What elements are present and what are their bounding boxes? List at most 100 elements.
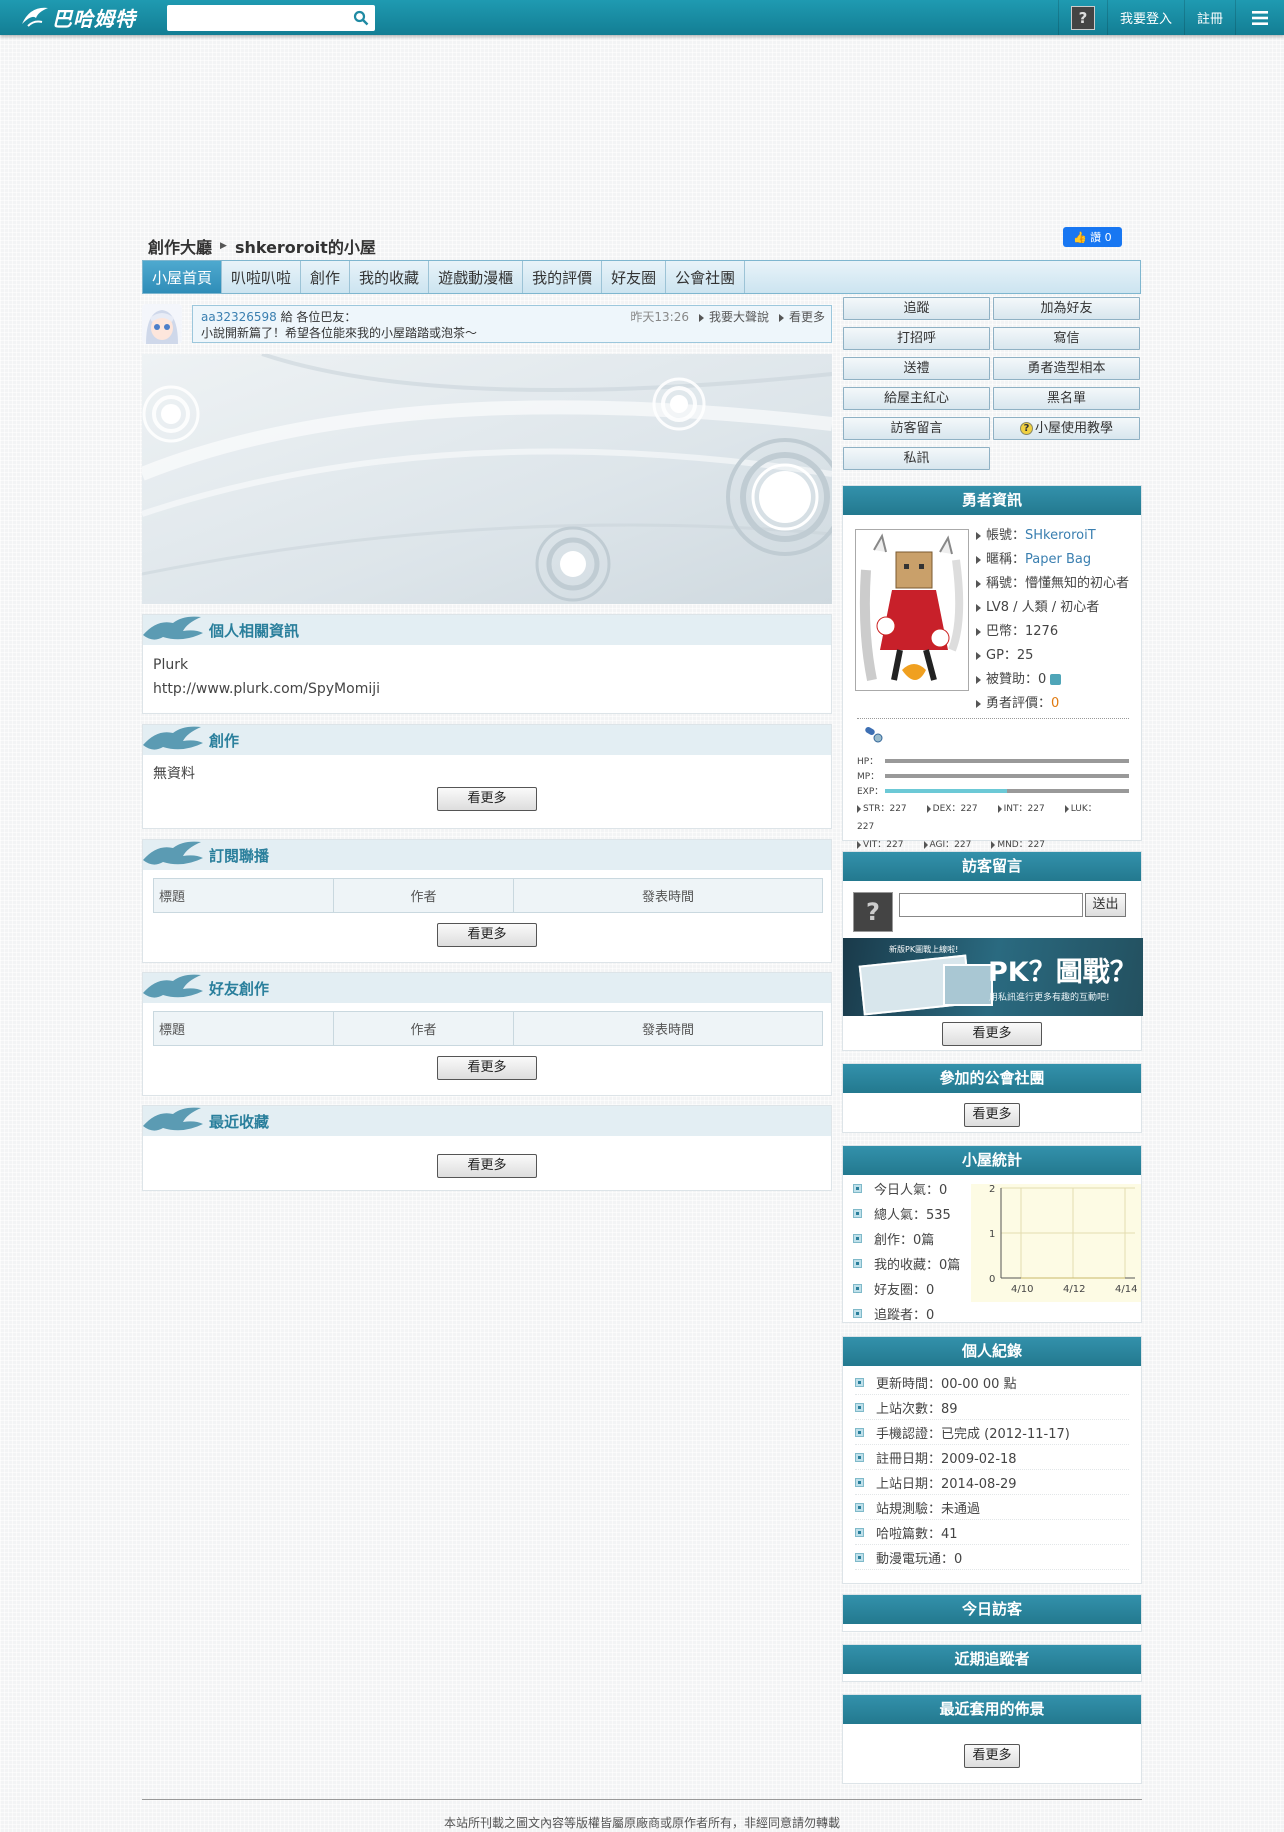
site-logo[interactable]: 巴哈姆特 [20,3,136,31]
triangle-icon [991,840,996,849]
logo-text: 巴哈姆特 [52,6,136,31]
user-avatar-button[interactable]: ? [1057,0,1107,35]
shout-text: 小說開新篇了！希望各位能來我的小屋踏踏或泡茶～ [201,326,478,340]
shout-more-link[interactable]: 看更多 [778,309,825,325]
mp-bar-fill [885,773,1129,778]
hero-info-list: 帳號：SHkeroroiT 暱稱：Paper Bag 稱號：懵懂無知的初心者 L… [976,524,1129,716]
recent-followers-title: 近期追蹤者 [843,1645,1141,1674]
triangle-icon [857,804,861,813]
triangle-icon [976,651,981,660]
hp-bar: HP： [857,753,1129,768]
exp-bar-fill [885,788,1007,793]
column-header-author: 作者 [333,878,514,913]
tab-home[interactable]: 小屋首頁 [143,261,223,293]
tab-collection[interactable]: 我的收藏 [350,261,430,293]
stat-today: 今日人氣：0 [874,1183,948,1198]
logo-dragon-icon [22,7,48,27]
subscribe-title: 訂閱聯播 [209,846,270,865]
pk-ad-title: PK？圖戰？ [988,957,1137,988]
personal-info-url[interactable]: http://www.plurk.com/SpyMomiji [153,677,821,701]
stats-row-1: STR：227 DEX：227 INT：227 LUK：227 [857,800,1129,836]
login-link[interactable]: 我要登入 [1106,0,1184,35]
shout-more-label: 看更多 [788,310,825,324]
coin-text: 巴幣：1276 [986,624,1059,639]
square-bullet-icon [853,1309,862,1318]
square-bullet-icon [853,1209,862,1218]
write-letter-button[interactable]: 寫信 [993,327,1140,350]
account-link[interactable]: SHkeroroiT [1025,528,1096,543]
stat-dex-text: DEX：227 [932,804,978,814]
mp-label: MP： [857,772,880,782]
rating-value[interactable]: 0 [1051,696,1059,711]
register-link[interactable]: 註冊 [1183,0,1235,35]
nickname-link[interactable]: Paper Bag [1025,552,1091,567]
square-bullet-icon [855,1527,864,1537]
subscribe-more-button[interactable]: 看更多 [437,923,537,947]
search-icon[interactable] [353,10,369,26]
add-friend-button[interactable]: 加為好友 [993,297,1140,320]
tab-bala[interactable]: 叭啦叭啦 [222,261,302,293]
give-heart-button[interactable]: 給屋主紅心 [843,387,990,410]
stat-agi-text: AGI：227 [929,840,972,850]
greet-button[interactable]: 打招呼 [843,327,990,350]
home-tutorial-button[interactable]: ? 小屋使用教學 [993,417,1140,440]
hero-info-panel: 勇者資訊 帳號：SHkeroroiT 暱稱：Paper Bag 稱號：懵懂無知的… [842,485,1142,850]
triangle-icon [1064,804,1069,813]
tab-game-anime[interactable]: 遊戲動漫櫃 [429,261,524,293]
pk-ad-tag: 新版PK圖戰上線啦! [889,945,959,954]
follow-button[interactable]: 追蹤 [843,297,990,320]
creation-more-button[interactable]: 看更多 [437,787,537,811]
personal-info-section: 個人相關資訊 Plurk http://www.plurk.com/SpyMom… [142,614,832,714]
menu-button[interactable] [1235,0,1284,35]
stat-total: 總人氣：535 [874,1208,951,1223]
recent-collection-more-button[interactable]: 看更多 [437,1154,537,1178]
wave-icon [143,1107,203,1131]
shout-link[interactable]: 我要大聲說 [698,309,769,325]
hero-avatar-image[interactable] [855,529,969,691]
nickname-label: 暱稱： [986,552,1026,567]
wave-icon [143,616,203,640]
chart-y-tick: 0 [989,1274,995,1285]
triangle-icon [976,675,981,684]
guestbook-send-button[interactable]: 送出 [1085,893,1126,917]
friend-creation-more-button[interactable]: 看更多 [437,1056,537,1080]
top-navbar: 巴哈姆特 ? 我要登入 註冊 [0,0,1284,35]
home-stats-list: 今日人氣：0 總人氣：535 創作：0篇 我的收藏：0篇 好友圈：0 追蹤者：0 [853,1176,960,1326]
guild-more-button[interactable]: 看更多 [964,1103,1020,1127]
pk-ad-banner[interactable]: 新版PK圖戰上線啦! PK？圖戰？ 用私訊進行更多有趣的互動吧! [843,938,1143,1016]
triangle-icon [997,804,1002,813]
friend-creation-section: 好友創作 標題 作者 發表時間 看更多 [142,972,832,1096]
send-gift-button[interactable]: 送禮 [843,357,990,380]
recent-theme-more-button[interactable]: 看更多 [964,1744,1020,1768]
creation-empty-text: 無資料 [153,766,195,782]
breadcrumb-root[interactable]: 創作大廳 [148,234,212,258]
tab-guild[interactable]: 公會社團 [666,261,746,293]
account-label: 帳號： [986,528,1026,543]
recent-theme-panel: 最近套用的佈景 看更多 [842,1694,1142,1784]
tab-friends[interactable]: 好友圈 [602,261,667,293]
home-stats-title: 小屋統計 [843,1146,1141,1175]
guestbook-input[interactable] [899,893,1083,917]
guestbook-more-button[interactable]: 看更多 [942,1022,1042,1046]
tab-rating[interactable]: 我的評價 [523,261,603,293]
facebook-like-button[interactable]: 👍 讚 0 [1063,227,1122,247]
stat-vit: VIT：227 [857,840,914,850]
stat-friends: 好友圈：0 [874,1283,935,1298]
search-input[interactable] [167,5,375,31]
hamburger-menu-icon [1252,10,1268,25]
stat-str: STR：227 [857,804,917,814]
avatar-album-button[interactable]: 勇者造型相本 [993,357,1140,380]
blacklist-button[interactable]: 黑名單 [993,387,1140,410]
shout-user-avatar[interactable] [142,304,182,344]
exp-label: EXP： [857,787,884,797]
triangle-icon [976,555,981,564]
shout-user-link[interactable]: aa32326598 [201,310,277,324]
private-message-button[interactable]: 私訊 [843,447,990,470]
records-list: 更新時間：00-00 00 點 上站次數：89 手機認證：已完成 (2012-1… [843,1366,1141,1574]
tab-creation[interactable]: 創作 [301,261,351,293]
guest-message-button[interactable]: 訪客留言 [843,417,990,440]
chart-x-tick: 4/14 [1115,1284,1137,1295]
home-stats-panel: 小屋統計 今日人氣：0 總人氣：535 創作：0篇 我的收藏：0篇 好友圈：0 … [842,1145,1142,1323]
friend-creation-title: 好友創作 [209,979,270,998]
sponsor-icon[interactable] [1050,674,1062,685]
